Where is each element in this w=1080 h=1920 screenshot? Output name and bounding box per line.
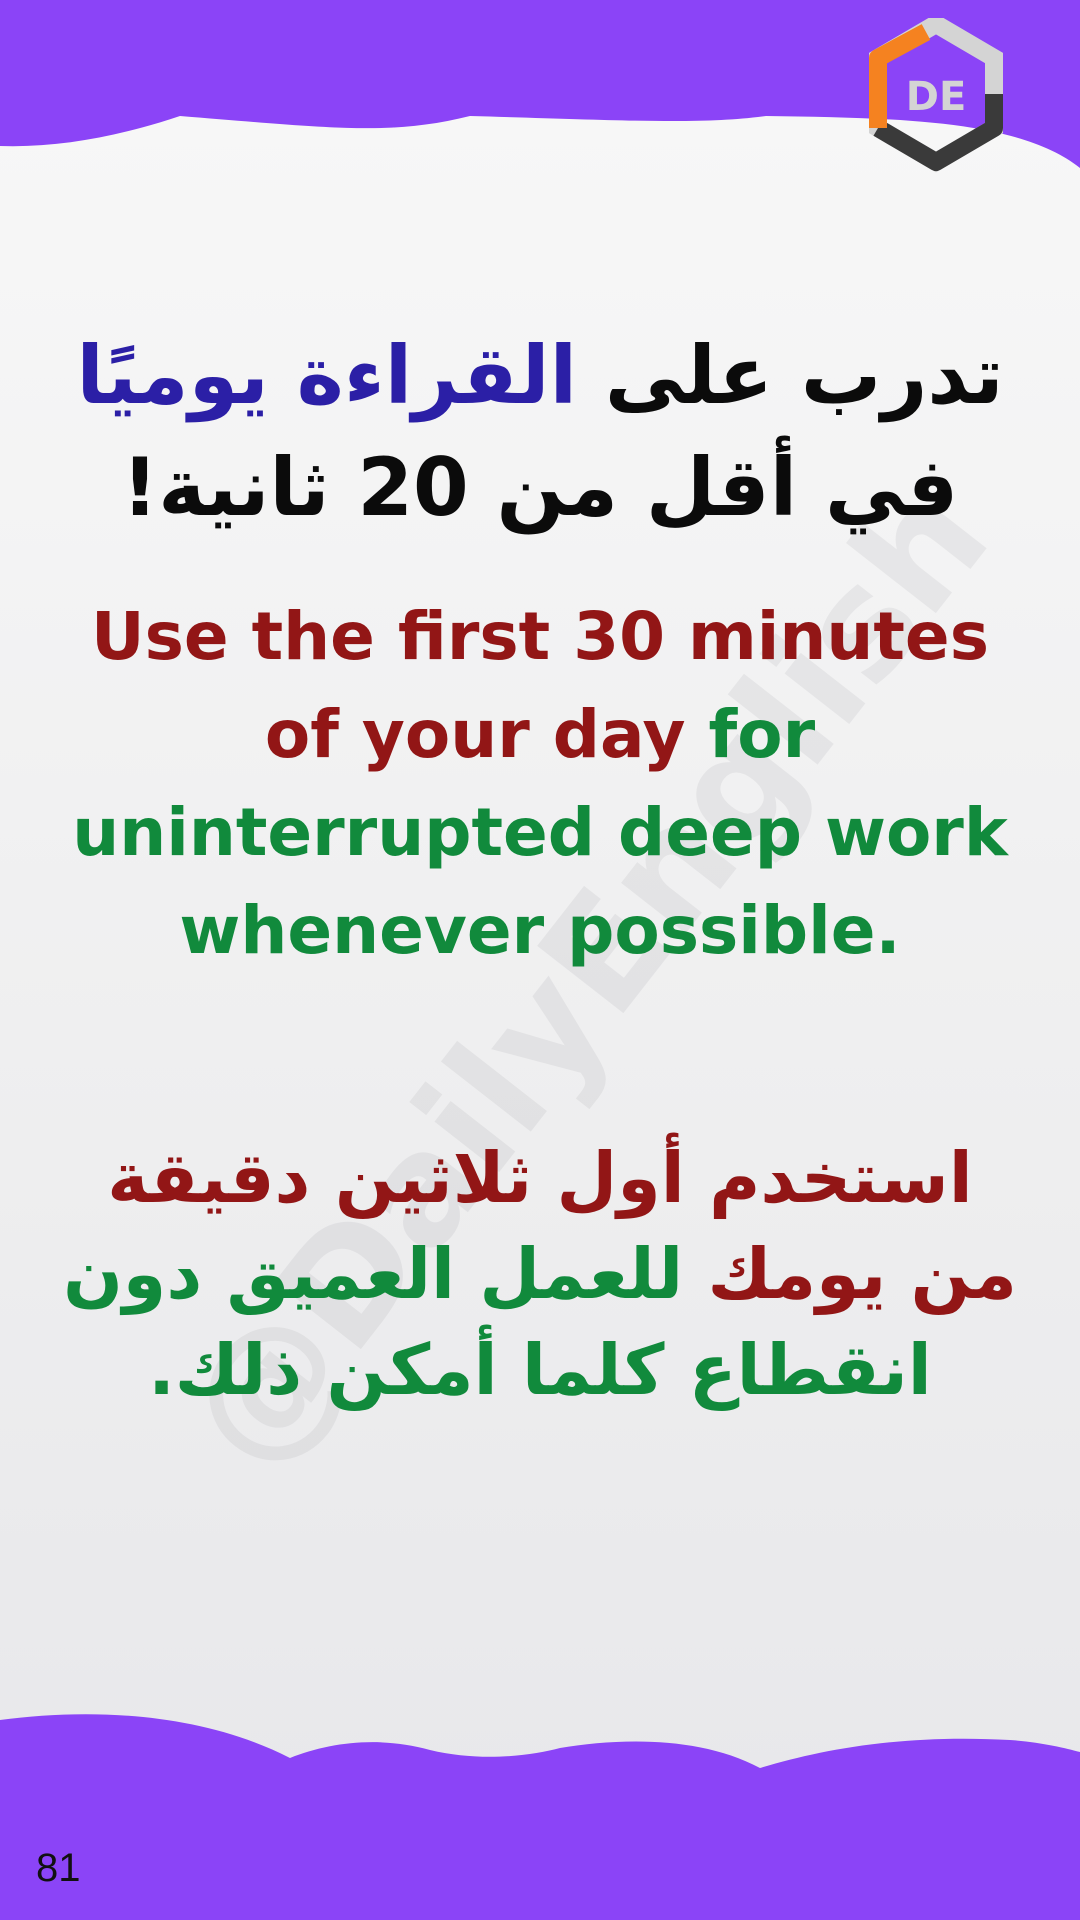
headline-highlight: القراءة يوميًا xyxy=(76,329,577,422)
svg-text:DE: DE xyxy=(906,74,967,120)
arabic-translation: استخدم أول ثلاثين دقيقة من يومك للعمل ال… xyxy=(50,1130,1030,1418)
page-number: 81 xyxy=(36,1846,81,1890)
logo-icon: DE xyxy=(866,13,1006,188)
logo-text: DE xyxy=(906,74,967,120)
bottom-wave-banner xyxy=(0,1714,1080,1920)
english-sentence: Use the first 30 minutes of your day for… xyxy=(60,588,1020,980)
headline-part1: تدرب على xyxy=(576,329,1004,422)
english-part-red: Use the first 30 minutes of your day xyxy=(91,598,989,773)
headline: تدرب على القراءة يوميًا في أقل من 20 ثان… xyxy=(40,320,1040,544)
headline-part2: في أقل من 20 ثانية! xyxy=(121,441,959,534)
